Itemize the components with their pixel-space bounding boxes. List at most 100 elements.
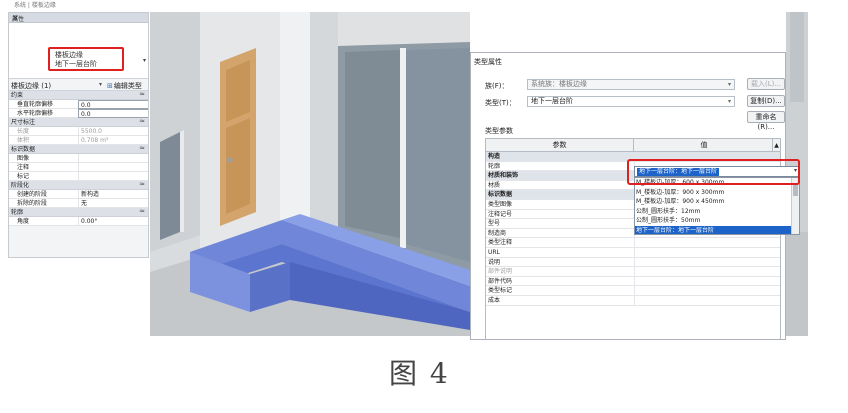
type-parameters-label: 类型参数 bbox=[485, 127, 513, 135]
dialog-title: 类型属性 bbox=[474, 58, 502, 66]
properties-grid: 约束 ≈ 垂直轮廓偏移 0.0 水平轮廓偏移 0.0 尺寸标注 ≈ 长度 5500.0 体积 0.70… bbox=[9, 90, 148, 226]
parameter-label: URL bbox=[488, 248, 500, 256]
property-category[interactable]: 尺寸标注 ≈ bbox=[9, 117, 148, 127]
parameter-label: 标识数据 bbox=[488, 191, 513, 199]
parameter-label: 成本 bbox=[488, 296, 501, 304]
chevron-down-icon: ▾ bbox=[727, 81, 731, 88]
collapse-icon[interactable]: ≈ bbox=[139, 180, 145, 188]
property-category[interactable]: 阶段化 ≈ bbox=[9, 180, 148, 190]
collapse-icon[interactable]: ≈ bbox=[139, 90, 145, 98]
property-row: 标记 bbox=[9, 172, 148, 181]
parameter-label: 轮廓 bbox=[488, 162, 501, 170]
family-label: 族(F)： bbox=[485, 82, 509, 90]
collapse-icon[interactable]: ≈ bbox=[139, 117, 145, 125]
property-label: 图像 bbox=[17, 155, 30, 162]
parameter-value-cell[interactable] bbox=[634, 247, 774, 257]
edit-type-icon: ⊞ bbox=[107, 82, 113, 90]
property-value: 5500.0 bbox=[78, 127, 148, 136]
top-strip: 系统 | 楼板边缘 bbox=[0, 0, 848, 9]
type-selector-preview[interactable]: 楼板边缘 地下一层台阶 ▾ bbox=[9, 23, 148, 79]
profile-dropdown-list[interactable]: M_楼板边-加厚：600 x 300mm M_楼板边-加厚：900 x 300mm… bbox=[634, 177, 800, 235]
dropdown-option[interactable]: 公制_圆形扶手：12mm bbox=[635, 207, 799, 217]
properties-title-bar: 属性 × bbox=[9, 13, 148, 23]
parameter-label: 材质 bbox=[488, 181, 501, 189]
dropdown-option[interactable]: 地下一层台阶：地下一层台阶 bbox=[635, 225, 799, 234]
property-row: 拆除的阶段无 bbox=[9, 199, 148, 208]
parameter-label: 材质和装饰 bbox=[488, 172, 519, 180]
parameter-value-cell[interactable] bbox=[634, 238, 774, 248]
property-label: 拆除的阶段 bbox=[17, 200, 48, 207]
parameter-label: 型号 bbox=[488, 220, 501, 228]
edit-type-button[interactable]: ⊞编辑类型 bbox=[107, 81, 142, 91]
property-label: 体积 bbox=[17, 137, 30, 144]
collapse-icon[interactable]: ≈ bbox=[139, 144, 145, 152]
instance-selector[interactable]: 楼板边缘 (1) ▾ ⊞编辑类型 bbox=[9, 79, 148, 91]
dropdown-option[interactable]: M_楼板边-加厚：900 x 450mm bbox=[635, 197, 799, 207]
table-row[interactable]: 部件代码 bbox=[486, 276, 780, 287]
table-row[interactable]: 类型注释 bbox=[486, 238, 780, 248]
dropdown-options: M_楼板边-加厚：600 x 300mm M_楼板边-加厚：900 x 300mm… bbox=[635, 178, 799, 234]
chevron-down-icon[interactable]: ▾ bbox=[99, 81, 102, 88]
parameter-label: 说明 bbox=[488, 258, 501, 266]
category-label: 尺寸标注 bbox=[11, 119, 36, 126]
type-combo[interactable]: 地下一层台阶 ▾ bbox=[527, 96, 735, 107]
parameter-value-cell[interactable] bbox=[634, 257, 774, 267]
parameter-label: 部件说明 bbox=[488, 268, 513, 276]
window-title: 系统 | 楼板边缘 bbox=[14, 2, 56, 9]
profile-highlight-box bbox=[627, 159, 800, 185]
parameter-label: 制造商 bbox=[488, 229, 507, 237]
parameter-label: 注释记号 bbox=[488, 210, 513, 218]
collapse-icon[interactable]: ≈ bbox=[139, 207, 145, 215]
close-icon[interactable]: × bbox=[12, 13, 145, 22]
parameter-label: 类型注释 bbox=[488, 239, 513, 247]
property-row: 垂直轮廓偏移 0.0 bbox=[9, 100, 148, 109]
property-row: 水平轮廓偏移 0.0 bbox=[9, 109, 148, 118]
property-row: 图像 bbox=[9, 154, 148, 163]
property-row: 创建的阶段 新构造 bbox=[9, 190, 148, 199]
table-row[interactable]: 部件说明 bbox=[486, 267, 780, 277]
property-value[interactable] bbox=[78, 163, 148, 172]
table-header: 参数 值 ▲ bbox=[486, 139, 780, 152]
chevron-down-icon: ▾ bbox=[727, 98, 731, 105]
chevron-down-icon[interactable]: ▾ bbox=[143, 57, 146, 64]
category-label: 标识数据 bbox=[11, 146, 36, 153]
category-label: 阶段化 bbox=[11, 182, 30, 189]
dropdown-option[interactable]: M_楼板边-加厚：900 x 300mm bbox=[635, 188, 799, 198]
property-value[interactable]: 0.00° bbox=[78, 217, 148, 226]
property-label: 角度 bbox=[17, 218, 30, 225]
table-row[interactable]: URL bbox=[486, 247, 780, 258]
column-header-parameter: 参数 bbox=[486, 139, 634, 152]
type-highlight-box bbox=[48, 47, 124, 71]
property-label: 标记 bbox=[17, 173, 30, 180]
duplicate-button[interactable]: 复制(D)... bbox=[747, 95, 785, 107]
table-row[interactable]: 类型标记 bbox=[486, 286, 780, 296]
parameter-label: 部件代码 bbox=[488, 277, 513, 285]
dropdown-option[interactable]: 公制_圆形扶手：50mm bbox=[635, 216, 799, 226]
property-value[interactable] bbox=[78, 154, 148, 163]
load-button[interactable]: 载入(L)... bbox=[747, 78, 785, 90]
property-label: 创建的阶段 bbox=[17, 191, 48, 198]
dropdown-scrollbar[interactable] bbox=[791, 178, 799, 234]
property-value[interactable]: 0.0 bbox=[78, 100, 148, 109]
scrollbar-thumb[interactable] bbox=[793, 184, 798, 196]
property-category[interactable]: 轮廓 ≈ bbox=[9, 207, 148, 217]
property-category[interactable]: 约束 ≈ bbox=[9, 90, 148, 100]
3d-viewport[interactable] bbox=[150, 12, 470, 336]
family-combo[interactable]: 系统族：楼板边缘 ▾ bbox=[527, 79, 735, 90]
property-row: 体积 0.708 m³ bbox=[9, 136, 148, 145]
parameter-value-cell[interactable] bbox=[634, 286, 774, 296]
property-row: 长度 5500.0 bbox=[9, 127, 148, 136]
parameter-label: 类型标记 bbox=[488, 287, 513, 295]
scroll-up-icon[interactable]: ▲ bbox=[772, 139, 780, 152]
parameter-value-cell[interactable] bbox=[634, 267, 774, 277]
table-row[interactable]: 成本 bbox=[486, 295, 780, 306]
table-row[interactable]: 说明 bbox=[486, 257, 780, 268]
property-value[interactable]: 新构造 bbox=[78, 190, 148, 199]
rename-button[interactable]: 重命名(R)... bbox=[747, 111, 785, 131]
instance-filter[interactable]: 楼板边缘 (1) bbox=[11, 81, 51, 91]
door-handle bbox=[227, 157, 233, 163]
parameter-value-cell[interactable] bbox=[634, 276, 774, 286]
property-label: 水平轮廓偏移 bbox=[17, 110, 54, 117]
parameter-value-cell[interactable] bbox=[634, 295, 774, 305]
property-category[interactable]: 标识数据 ≈ bbox=[9, 144, 148, 154]
